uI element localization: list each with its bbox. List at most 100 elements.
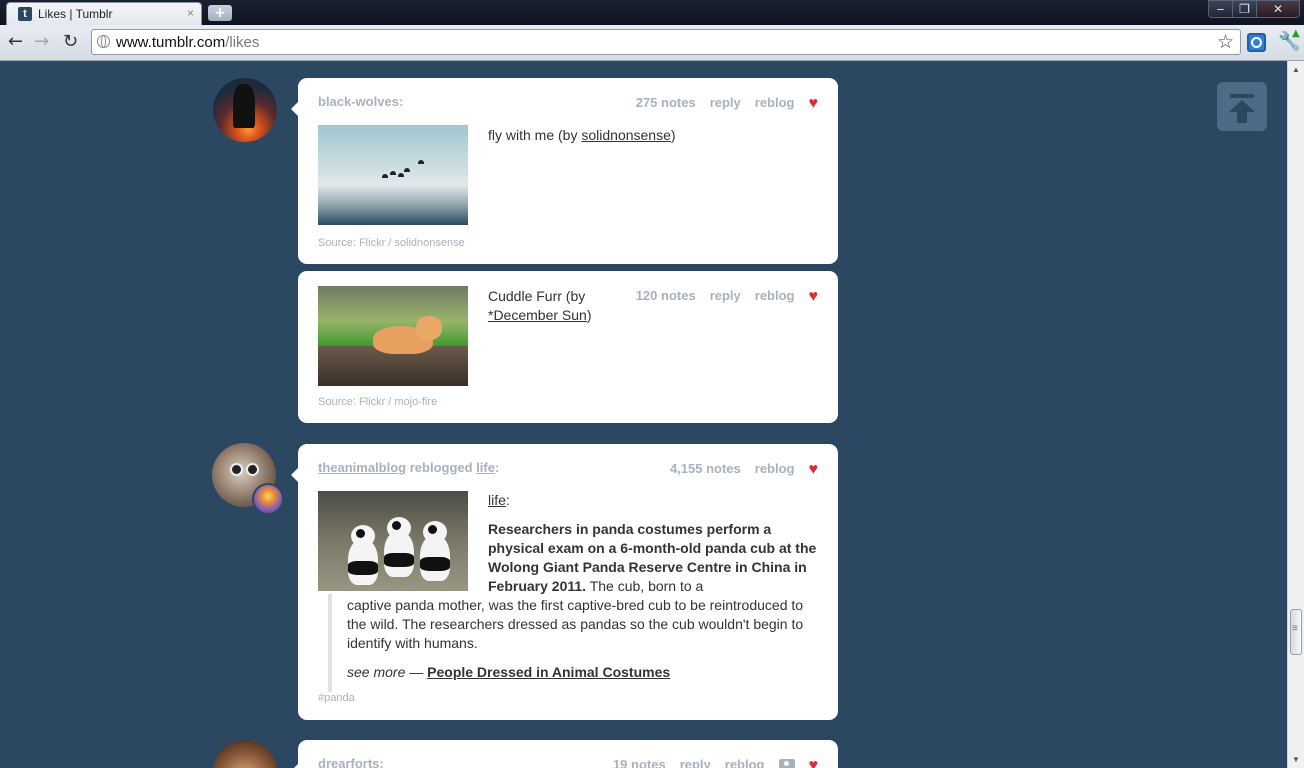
window-close-button[interactable]: ✕ — [1256, 0, 1300, 18]
life-suffix: : — [505, 492, 510, 508]
see-more-link[interactable]: People Dressed in Animal Costumes — [427, 664, 670, 680]
post-pointer — [291, 102, 298, 116]
reblog-link[interactable]: reblog — [755, 95, 795, 110]
life-link[interactable]: life — [488, 492, 506, 508]
avatar-drearforts[interactable] — [213, 740, 277, 768]
to-top-bar-icon — [1230, 94, 1254, 98]
like-heart-icon[interactable]: ♥ — [809, 288, 819, 305]
post-author-link[interactable]: black-wolves — [318, 94, 399, 109]
notes-count[interactable]: 4,155 notes — [670, 461, 741, 476]
tab-close-icon[interactable]: × — [187, 6, 194, 20]
bookmark-star-icon[interactable]: ☆ — [1217, 31, 1234, 53]
extension-icon[interactable] — [1247, 33, 1266, 52]
reply-link[interactable]: reply — [680, 757, 711, 768]
like-heart-icon[interactable]: ♥ — [809, 757, 819, 768]
caption-end: ) — [670, 127, 676, 143]
vertical-scrollbar[interactable]: ▲ ▼ — [1287, 61, 1304, 768]
caption-link[interactable]: solidnonsense — [581, 127, 671, 143]
post-photo[interactable] — [318, 286, 468, 386]
eye — [230, 463, 243, 476]
globe-icon — [97, 35, 110, 48]
post-tag[interactable]: #panda — [318, 692, 355, 704]
reblogged-text: reblogged — [406, 460, 477, 475]
browser-toolbar: ← → ↻ www.tumblr.com/likes ☆ — [0, 25, 1304, 61]
address-bar[interactable]: www.tumblr.com/likes ☆ — [91, 29, 1241, 55]
scroll-down-icon[interactable]: ▼ — [1292, 755, 1300, 764]
author-suffix: : — [398, 94, 404, 109]
see-more-text: see more — [347, 664, 406, 680]
post-author-link[interactable]: theanimalblog — [318, 460, 406, 475]
post-controls: 275 notes reply reblog ♥ — [622, 94, 818, 112]
notes-count[interactable]: 19 notes — [613, 757, 666, 768]
post-card: 120 notes reply reblog ♥ Cuddle Furr (by *De… — [298, 271, 838, 423]
url-host: www.tumblr.com — [116, 34, 226, 51]
parachute — [404, 168, 410, 172]
reply-link[interactable]: reply — [710, 95, 741, 110]
caption-end: ) — [586, 307, 592, 323]
reload-icon[interactable]: ↻ — [63, 33, 78, 51]
up-arrow-stem — [1237, 111, 1247, 123]
post-caption: Cuddle Furr (by *December Sun) — [488, 287, 592, 325]
window-minimize-button[interactable]: ‒ — [1208, 0, 1233, 18]
url-text[interactable]: www.tumblr.com/likes — [116, 34, 259, 51]
scroll-up-icon[interactable]: ▲ — [1292, 65, 1300, 74]
reblog-link[interactable]: reblog — [725, 757, 765, 768]
post-controls: 120 notes reply reblog ♥ — [622, 287, 818, 305]
see-more-line: see more — People Dressed in Animal Cost… — [347, 664, 670, 680]
parachute — [382, 174, 388, 178]
author-suffix: : — [379, 756, 384, 768]
window-titlebar: t Likes | Tumblr × + ‒ ❐ ✕ — [0, 0, 1304, 25]
url-path: /likes — [225, 34, 260, 51]
reblogged-from-link[interactable]: life — [476, 460, 495, 475]
caption-text: fly with me (by — [488, 127, 582, 143]
tab-title: Likes | Tumblr — [38, 7, 113, 21]
notes-count[interactable]: 120 notes — [636, 288, 696, 303]
reblog-link[interactable]: reblog — [755, 461, 795, 476]
post-card: theanimalblog reblogged life: 4,155 note… — [291, 444, 838, 720]
post-photo[interactable] — [318, 125, 468, 225]
notes-count[interactable]: 275 notes — [636, 95, 696, 110]
update-badge-icon: ▲ — [1292, 28, 1300, 39]
parachute — [418, 160, 424, 164]
post-author-line: drearforts: — [318, 756, 384, 768]
parachute — [398, 173, 404, 177]
reblog-link[interactable]: reblog — [755, 288, 795, 303]
silhouette — [233, 84, 255, 128]
lead-rest: The cub, born to a — [586, 578, 704, 594]
back-arrow-icon[interactable]: ← — [8, 33, 23, 51]
panda-costume — [348, 525, 378, 585]
post-card: black-wolves: 275 notes reply reblog ♥ fly … — [291, 78, 838, 264]
tumblr-favicon-icon: t — [18, 7, 32, 21]
post-author-line: theanimalblog reblogged life: — [318, 460, 499, 475]
post-author-link[interactable]: drearforts — [318, 756, 379, 768]
scroll-thumb[interactable] — [1290, 609, 1302, 655]
quote-body: captive panda mother, was the first capt… — [347, 597, 804, 651]
post-card: drearforts: 19 notes reply reblog ♥ — [291, 740, 838, 768]
scroll-to-top-button[interactable] — [1217, 82, 1267, 131]
parachute — [390, 171, 396, 175]
forward-arrow-icon[interactable]: → — [34, 33, 49, 51]
camera-icon — [778, 759, 795, 768]
window-maximize-button[interactable]: ❐ — [1232, 0, 1257, 18]
post-pointer — [291, 468, 298, 482]
kitten-head — [416, 316, 442, 340]
post-source[interactable]: Source: Flickr / mojo-fire — [318, 396, 437, 408]
avatar-life[interactable] — [252, 483, 284, 515]
see-more-dash: — — [405, 664, 428, 680]
eye — [246, 463, 259, 476]
new-tab-button[interactable]: + — [208, 5, 232, 21]
page-viewport: black-wolves: 275 notes reply reblog ♥ fly … — [0, 61, 1287, 768]
caption-text: Cuddle Furr (by — [488, 288, 586, 304]
like-heart-icon[interactable]: ♥ — [809, 95, 819, 112]
post-pointer — [291, 764, 298, 768]
like-heart-icon[interactable]: ♥ — [809, 461, 819, 478]
browser-tab[interactable]: t Likes | Tumblr × — [6, 2, 202, 25]
reply-link[interactable]: reply — [710, 288, 741, 303]
post-author-line: black-wolves: — [318, 94, 403, 109]
avatar-black-wolves[interactable] — [213, 78, 277, 142]
post-source[interactable]: Source: Flickr / solidnonsense — [318, 237, 465, 249]
author-suffix: : — [494, 460, 500, 475]
caption-link[interactable]: *December Sun — [488, 307, 587, 323]
post-caption: fly with me (by solidnonsense) — [488, 126, 676, 145]
post-photo[interactable] — [318, 491, 468, 591]
